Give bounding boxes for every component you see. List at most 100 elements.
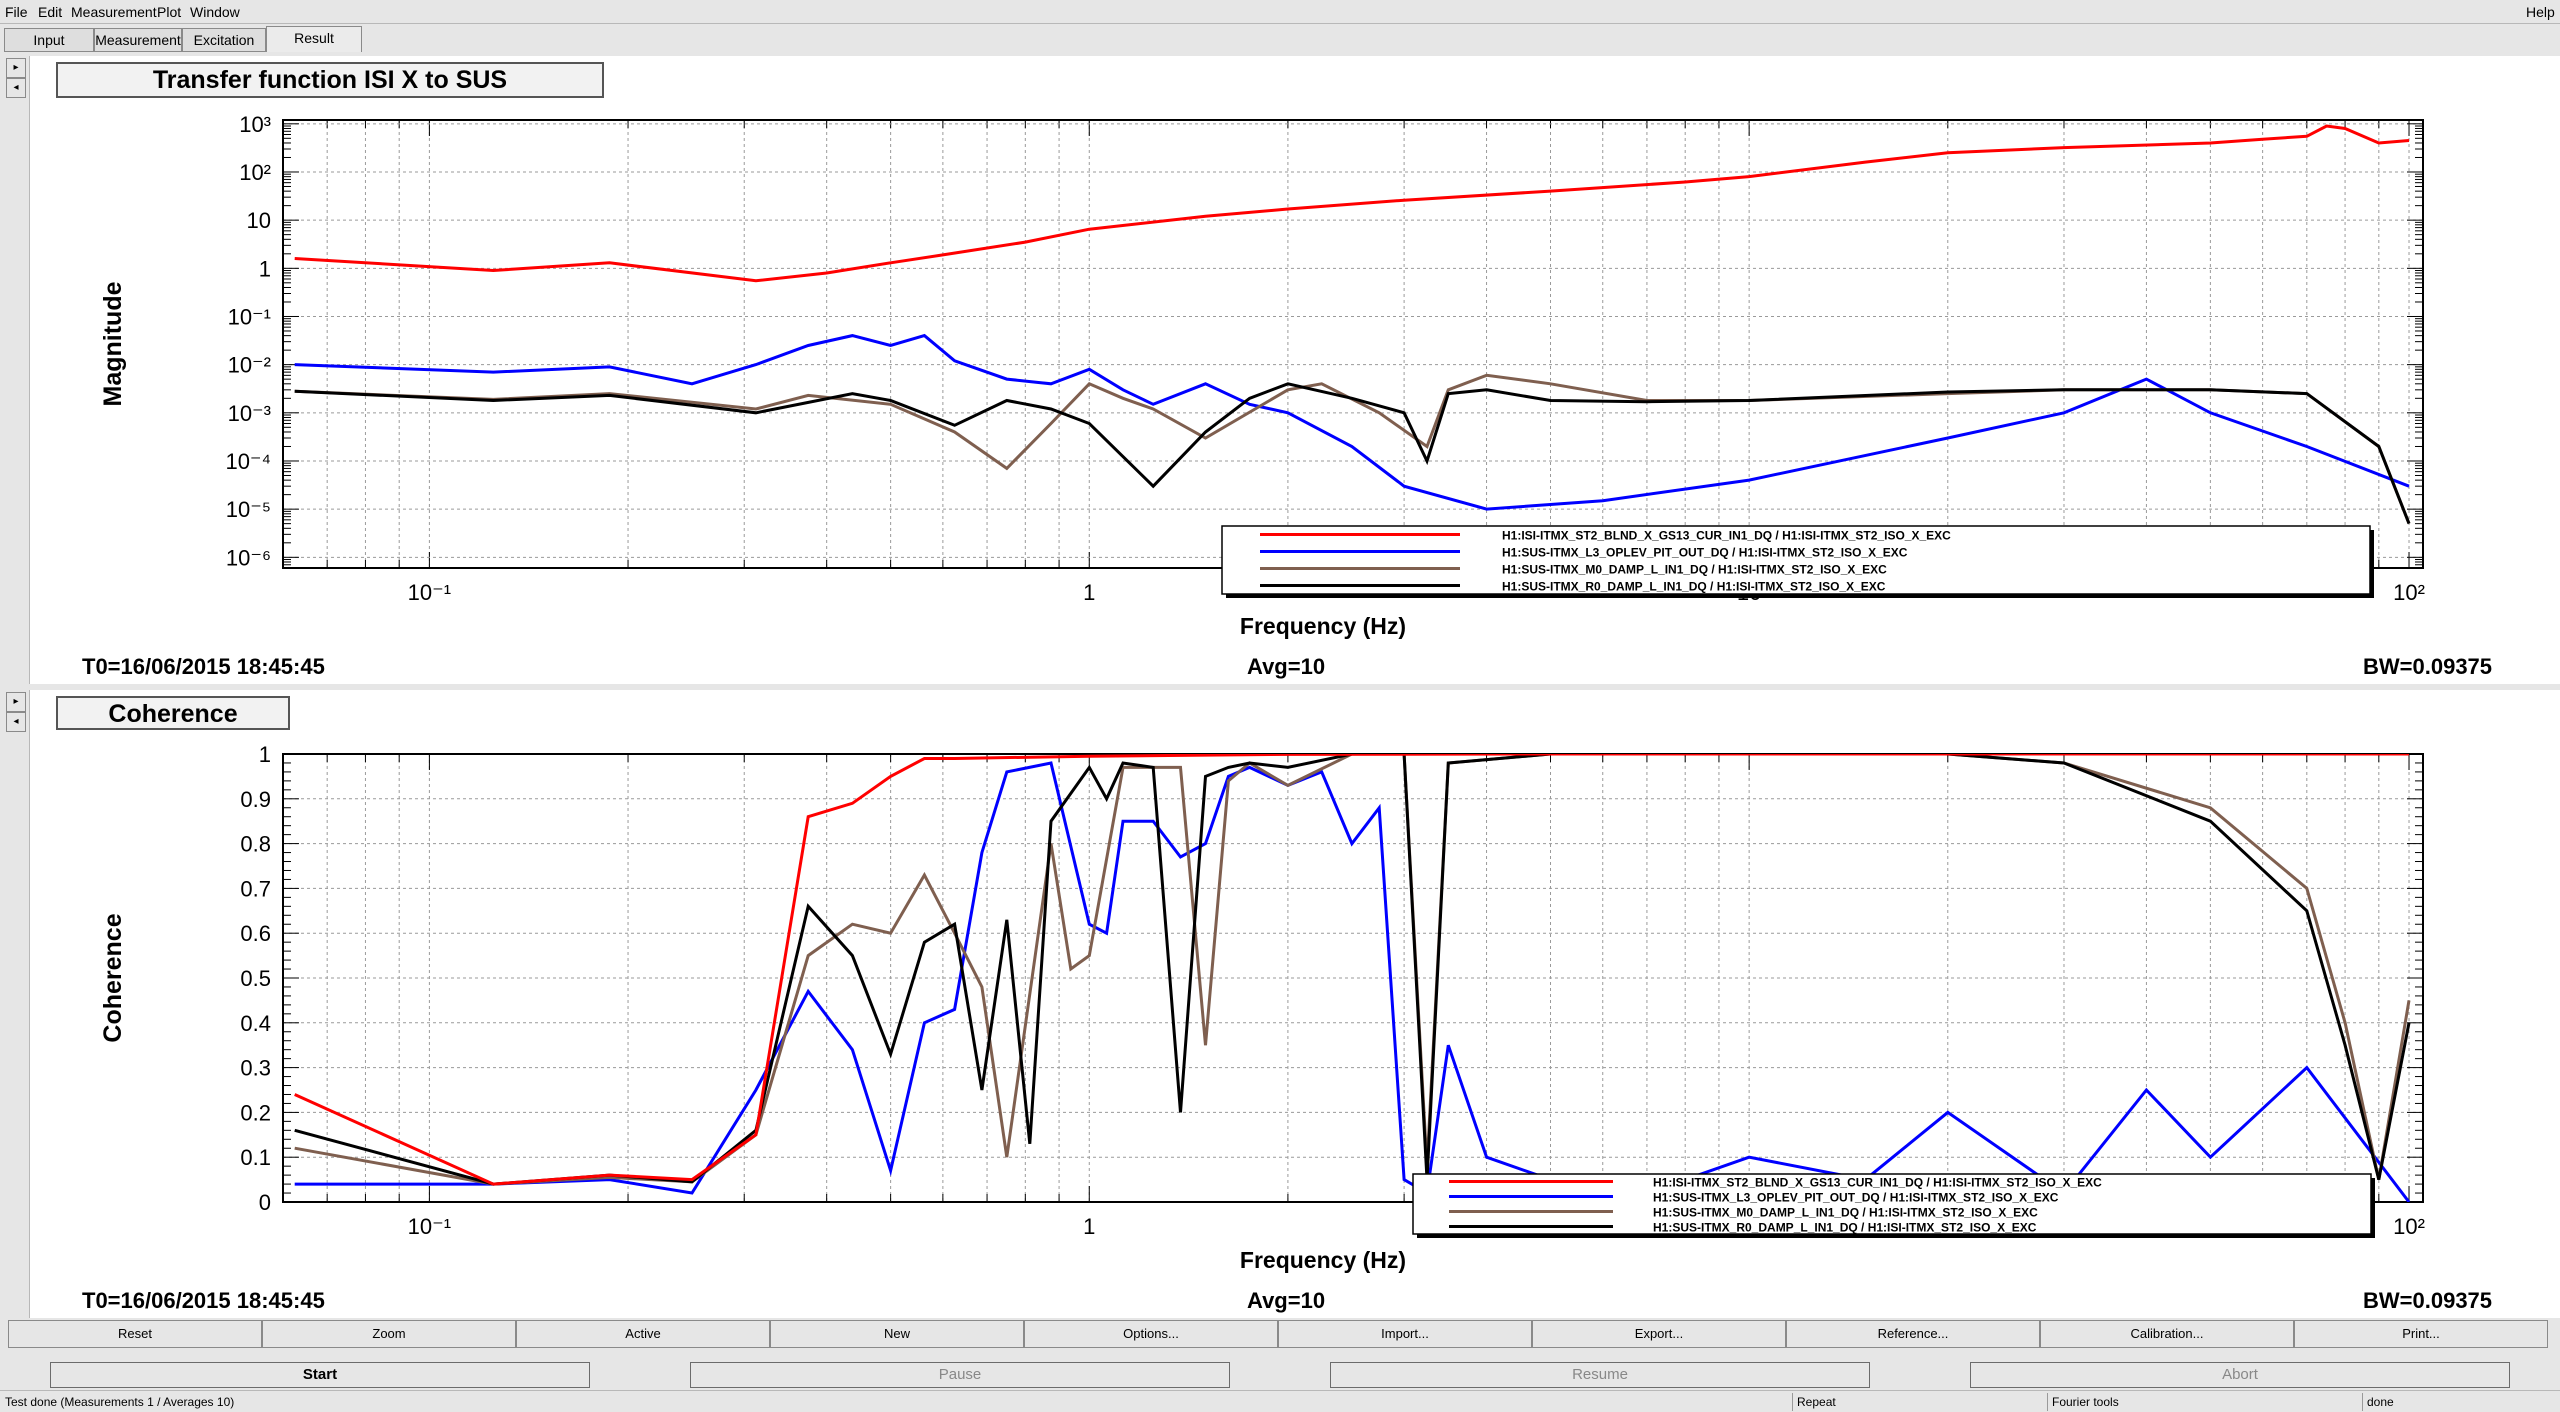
y-tick-label: 10⁻⁵ — [226, 497, 271, 522]
new-button[interactable]: New — [770, 1320, 1024, 1348]
y-tick-label: 0.6 — [240, 921, 271, 946]
tab-excitation[interactable]: Excitation — [182, 28, 266, 52]
expand-right-icon[interactable]: ▸ — [6, 692, 26, 712]
series-line — [294, 382, 2411, 525]
expand-left-icon[interactable]: ◂ — [6, 712, 26, 732]
legend-entry: H1:SUS-ITMX_L3_OPLEV_PIT_OUT_DQ / H1:ISI… — [1653, 1191, 2059, 1205]
options-button[interactable]: Options... — [1024, 1320, 1278, 1348]
x-tick-label: 1 — [1083, 580, 1095, 605]
series-line — [294, 124, 2410, 283]
y-axis-label: Coherence — [99, 913, 127, 1042]
plot-toolbar: Reset Zoom Active New Options... Import.… — [0, 1320, 2560, 1348]
grid — [282, 753, 2423, 1203]
series-line — [294, 754, 2411, 1186]
plot-title[interactable]: Coherence — [56, 696, 290, 730]
menu-help[interactable]: Help — [2526, 4, 2555, 20]
grid — [282, 120, 2423, 569]
plot-title[interactable]: Transfer function ISI X to SUS — [56, 62, 604, 98]
y-tick-label: 0.7 — [240, 876, 271, 901]
y-tick-label: 1 — [259, 742, 271, 767]
export-button[interactable]: Export... — [1532, 1320, 1786, 1348]
y-tick-label: 10⁻³ — [228, 401, 271, 426]
avg-label: Avg=10 — [1247, 1288, 1326, 1313]
series-line — [294, 754, 2411, 1186]
tab-result[interactable]: Result — [266, 26, 362, 52]
y-tick-label: 10 — [247, 208, 271, 233]
zoom-button[interactable]: Zoom — [262, 1320, 516, 1348]
avg-label: Avg=10 — [1247, 654, 1326, 679]
resume-button[interactable]: Resume — [1330, 1362, 1870, 1388]
y-tick-label: 10⁻² — [228, 353, 271, 378]
menu-window[interactable]: Window — [190, 4, 240, 20]
y-tick-label: 0.4 — [240, 1011, 271, 1036]
status-bar: Test done (Measurements 1 / Averages 10)… — [0, 1390, 2560, 1412]
tab-input[interactable]: Input — [4, 28, 94, 52]
x-axis-label: Frequency (Hz) — [1240, 1247, 1406, 1273]
y-tick-label: 0.1 — [240, 1145, 271, 1170]
expand-right-icon[interactable]: ▸ — [6, 58, 26, 78]
legend-entry: H1:SUS-ITMX_R0_DAMP_L_IN1_DQ / H1:ISI-IT… — [1502, 580, 1886, 594]
y-tick-label: 0.5 — [240, 966, 271, 991]
y-tick-label: 0.3 — [240, 1056, 271, 1081]
coherence-panel: ▸ ◂ Coherence 10⁻¹11010²00.10.20.30.40.5… — [0, 690, 2560, 1318]
x-tick-label: 1 — [1083, 1214, 1095, 1239]
menu-file[interactable]: File — [5, 4, 28, 20]
transfer-function-panel: ▸ ◂ Transfer function ISI X to SUS 10⁻¹ 1… — [0, 56, 2560, 684]
legend-entry: H1:SUS-ITMX_M0_DAMP_L_IN1_DQ / H1:ISI-IT… — [1653, 1206, 2038, 1220]
t0-label: T0=16/06/2015 18:45:45 — [82, 654, 325, 679]
panel-sidebar — [0, 690, 30, 1318]
bw-label: BW=0.09375 — [2363, 1288, 2493, 1313]
x-tick-label: 10² — [2393, 1214, 2425, 1239]
legend-entry: H1:SUS-ITMX_M0_DAMP_L_IN1_DQ / H1:ISI-IT… — [1502, 563, 1887, 577]
y-tick-label: 10⁻⁴ — [225, 449, 271, 474]
x-tick-label: 10⁻¹ — [408, 1214, 451, 1239]
expand-left-icon[interactable]: ◂ — [6, 78, 26, 98]
series-line — [294, 333, 2410, 511]
y-tick-label: 10⁻⁶ — [226, 545, 271, 570]
legend-entry: H1:SUS-ITMX_R0_DAMP_L_IN1_DQ / H1:ISI-IT… — [1653, 1221, 2037, 1235]
x-tick-label: 10² — [2393, 580, 2425, 605]
y-tick-label: 10² — [239, 160, 271, 185]
start-button[interactable]: Start — [50, 1362, 590, 1388]
panel-sidebar — [0, 56, 30, 684]
y-tick-label: 1 — [259, 256, 271, 281]
tab-measurement[interactable]: Measurement — [94, 28, 182, 52]
plot-frame — [282, 119, 2424, 569]
y-tick-label: 0 — [259, 1190, 271, 1215]
status-state: done — [2367, 1395, 2394, 1409]
magnitude-chart[interactable]: 10⁻¹11010²10⁻⁶10⁻⁵10⁻⁴10⁻³10⁻²10⁻¹11010²… — [30, 96, 2560, 696]
calibration-button[interactable]: Calibration... — [2040, 1320, 2294, 1348]
reference-button[interactable]: Reference... — [1786, 1320, 2040, 1348]
menu-measurement[interactable]: Measurement — [71, 4, 157, 20]
legend-entry: H1:ISI-ITMX_ST2_BLND_X_GS13_CUR_IN1_DQ /… — [1502, 529, 1951, 543]
import-button[interactable]: Import... — [1278, 1320, 1532, 1348]
status-fourier: Fourier tools — [2052, 1395, 2119, 1409]
series-group — [294, 124, 2411, 525]
active-button[interactable]: Active — [516, 1320, 770, 1348]
series-line — [294, 761, 2411, 1202]
y-tick-label: 0.2 — [240, 1100, 271, 1125]
y-tick-label: 10³ — [239, 112, 271, 137]
menu-edit[interactable]: Edit — [38, 4, 62, 20]
x-tick-label: 10⁻¹ — [408, 580, 451, 605]
y-tick-label: 0.9 — [240, 787, 271, 812]
menu-bar: File Edit Measurement Plot Window Help — [0, 0, 2560, 24]
pause-button[interactable]: Pause — [690, 1362, 1230, 1388]
y-axis-label: Magnitude — [99, 281, 127, 406]
series-line — [294, 754, 2409, 1186]
legend-entry: H1:ISI-ITMX_ST2_BLND_X_GS13_CUR_IN1_DQ /… — [1653, 1176, 2102, 1190]
legend-entry: H1:SUS-ITMX_L3_OPLEV_PIT_OUT_DQ / H1:ISI… — [1502, 546, 1908, 560]
print-button[interactable]: Print... — [2294, 1320, 2548, 1348]
y-tick-label: 0.8 — [240, 832, 271, 857]
coherence-chart[interactable]: 10⁻¹11010²00.10.20.30.40.50.60.70.80.91F… — [30, 730, 2560, 1330]
reset-button[interactable]: Reset — [8, 1320, 262, 1348]
t0-label: T0=16/06/2015 18:45:45 — [82, 1288, 325, 1313]
bw-label: BW=0.09375 — [2363, 654, 2493, 679]
status-message: Test done (Measurements 1 / Averages 10) — [5, 1395, 235, 1409]
abort-button[interactable]: Abort — [1970, 1362, 2510, 1388]
status-repeat: Repeat — [1797, 1395, 1836, 1409]
y-tick-label: 10⁻¹ — [228, 304, 271, 329]
tab-bar: Input Measurement Excitation Result — [0, 26, 2560, 54]
x-axis-label: Frequency (Hz) — [1240, 613, 1406, 639]
menu-plot[interactable]: Plot — [157, 4, 181, 20]
